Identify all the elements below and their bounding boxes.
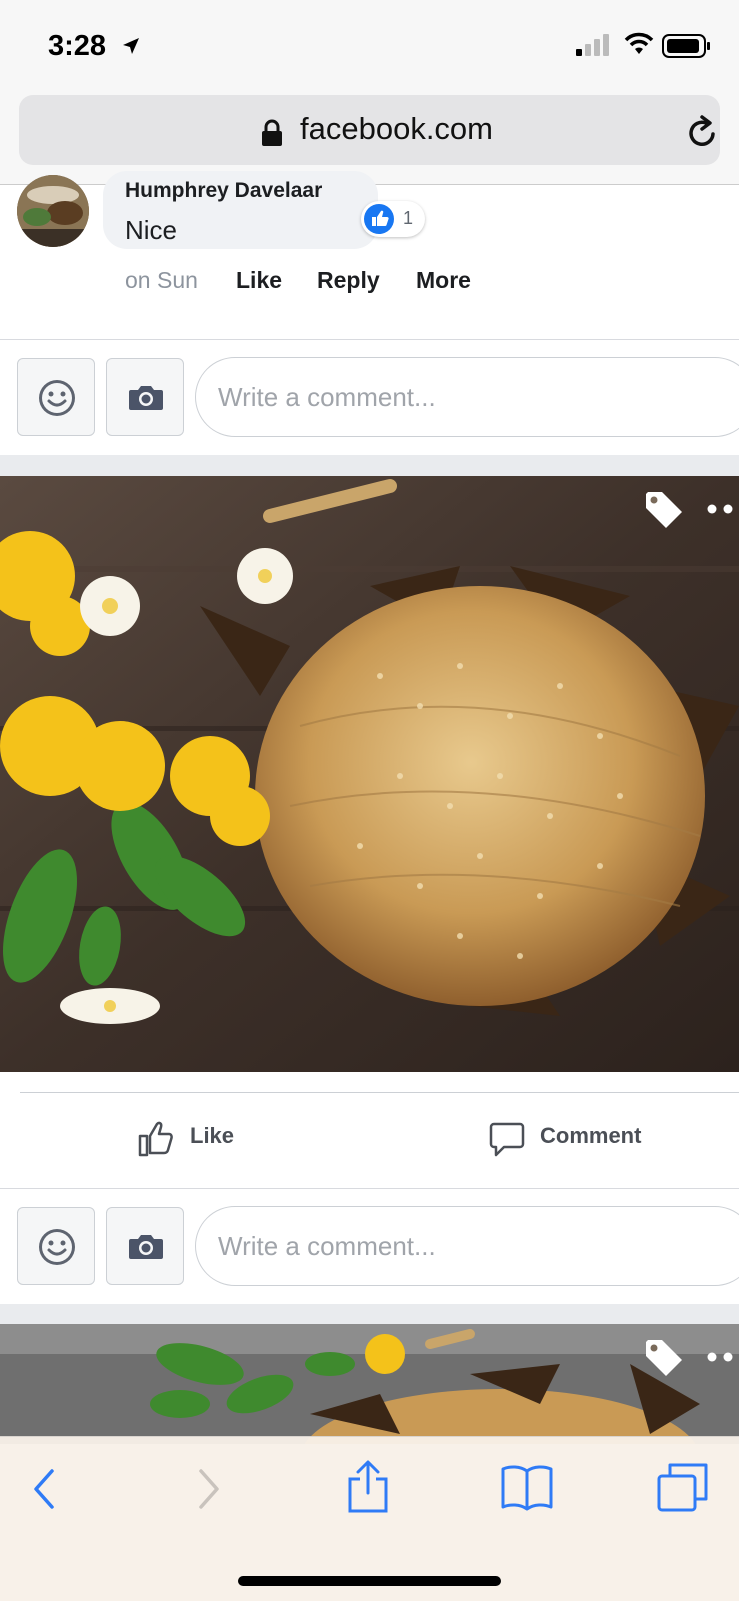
more-dots-icon[interactable] [707, 504, 735, 514]
smiley-icon [39, 380, 75, 416]
next-post-photo[interactable] [0, 1324, 739, 1444]
comment-section: Humphrey Davelaar Nice 1 on Sun Like Rep… [0, 171, 739, 455]
post-comment-button[interactable]: Comment [488, 1108, 668, 1178]
camera-icon [129, 1235, 163, 1259]
address-bar[interactable]: facebook.com [19, 95, 720, 165]
battery-icon [662, 34, 710, 58]
reaction-count: 1 [403, 208, 414, 228]
post-photo[interactable] [0, 476, 739, 1072]
emoji-button[interactable] [17, 358, 95, 436]
smiley-icon [39, 1229, 75, 1265]
url-text: facebook.com [300, 111, 493, 146]
reload-icon[interactable] [687, 115, 719, 149]
comment-bubble: Humphrey Davelaar Nice 1 [103, 171, 425, 249]
comment-text: Nice [125, 215, 178, 245]
location-arrow-icon [123, 38, 139, 54]
share-icon[interactable] [346, 1459, 390, 1515]
photo-button[interactable] [106, 358, 184, 436]
post-like-label: Like [190, 1123, 235, 1148]
comment-input[interactable] [195, 357, 739, 437]
camera-icon [129, 386, 163, 410]
status-time: 3:28 [48, 30, 107, 62]
comment-reply-button[interactable]: Reply [317, 267, 380, 294]
reaction-badge[interactable]: 1 [361, 201, 425, 237]
photo-button[interactable] [106, 1207, 184, 1285]
bookmarks-icon[interactable] [500, 1463, 554, 1511]
avatar[interactable] [17, 175, 89, 247]
comment-icon [489, 1122, 525, 1157]
divider [0, 1188, 739, 1189]
divider [20, 1092, 739, 1093]
comment-more-button[interactable]: More [416, 267, 471, 294]
tag-icon[interactable] [642, 1336, 686, 1380]
comment-like-button[interactable]: Like [236, 267, 282, 294]
lock-icon [262, 119, 282, 146]
browser-header: facebook.com [0, 90, 739, 185]
tabs-icon[interactable] [656, 1461, 710, 1513]
wifi-icon [624, 32, 654, 54]
comment-time: on Sun [125, 267, 198, 293]
post-comment-label: Comment [540, 1123, 642, 1148]
tag-icon[interactable] [642, 488, 686, 532]
comment-author[interactable]: Humphrey Davelaar [125, 179, 322, 203]
post-like-button[interactable]: Like [136, 1108, 276, 1178]
thumbs-up-icon [138, 1121, 173, 1157]
signal-icon [576, 34, 609, 56]
home-indicator[interactable] [238, 1576, 501, 1586]
thumbs-up-icon [364, 204, 394, 234]
back-icon[interactable] [30, 1467, 60, 1511]
forward-icon[interactable] [193, 1467, 223, 1511]
more-dots-icon[interactable] [707, 1352, 735, 1362]
divider [0, 339, 739, 340]
post-card: Like Comment [0, 476, 739, 1304]
comment-input[interactable] [195, 1206, 739, 1286]
emoji-button[interactable] [17, 1207, 95, 1285]
status-bar: 3:28 [0, 0, 739, 90]
